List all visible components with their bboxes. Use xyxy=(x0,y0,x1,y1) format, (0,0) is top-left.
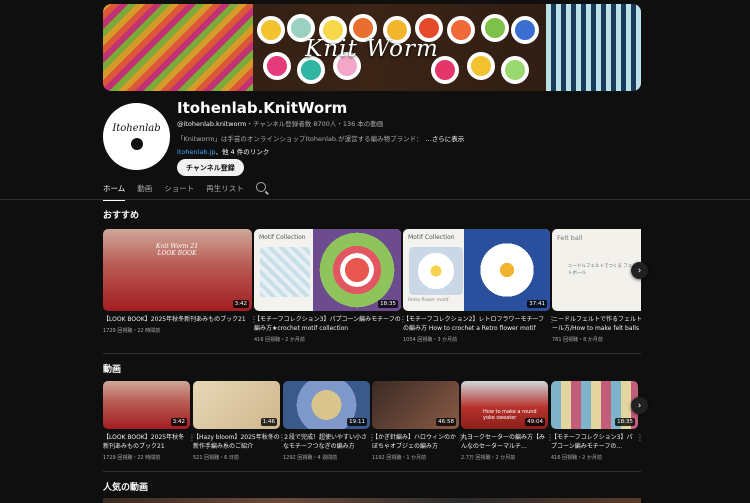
video-thumbnail[interactable]: 46:58 xyxy=(372,381,459,429)
section-divider xyxy=(103,471,641,472)
video-title[interactable]: 【モチーフコレクション3】パプコーン編みモチーフの編み方★crochet mot… xyxy=(254,315,401,333)
thumbnail-subtitle: Retro flower motif xyxy=(408,298,449,303)
video-title[interactable]: 【LOOK BOOK】2025年秋冬新刊あみものブック21 xyxy=(103,433,190,451)
recommended-card[interactable]: Motif Collection 18:35 【モチーフコレクション3】パプコー… xyxy=(254,229,407,343)
video-card[interactable]: 18:35 【モチーフコレクション3】パプコーン編みモチーフの... ⋮ 416 … xyxy=(551,381,644,461)
channel-name: Itohenlab.KnitWorm xyxy=(177,99,348,117)
tabs-divider xyxy=(0,199,750,200)
carousel-next-button[interactable]: › xyxy=(631,397,648,414)
video-card[interactable]: 19:11 ２段で完成！超使いやすい小さなモチーフつなぎの編み方 ⋮ 1292 回… xyxy=(283,381,376,461)
search-icon[interactable] xyxy=(255,182,266,192)
avatar-text: Itohenlab xyxy=(112,123,161,134)
channel-handle: @itohenlab.knitworm xyxy=(177,120,247,128)
video-duration: 19:11 xyxy=(347,418,367,426)
video-meta: 521 回視聴・6 日前 xyxy=(193,455,239,461)
channel-avatar[interactable]: Itohenlab xyxy=(103,103,170,170)
section-divider xyxy=(103,353,641,354)
section-title-recommended: おすすめ xyxy=(103,211,140,221)
video-meta: 781 回視聴・8 か月前 xyxy=(552,337,603,343)
recommended-card[interactable]: Knit Worm 21 LOOK BOOK 3:42 【LOOK BOOK】2… xyxy=(103,229,258,334)
banner-brand-text: Knit Worm xyxy=(305,36,439,62)
video-title[interactable]: 丸ヨークセーターの編み方【みんなのセーターマルチ... xyxy=(461,433,548,451)
video-duration: 49:04 xyxy=(525,418,545,426)
video-title[interactable]: 【かぎ針編み】ハロウィンのかぼちゃオブジェの編み方 xyxy=(372,433,459,451)
video-meta: 1729 回視聴・22 時間前 xyxy=(103,455,161,461)
video-duration: 46:58 xyxy=(436,418,456,426)
recommended-card[interactable]: Motif Collection Retro flower motif 37:4… xyxy=(403,229,556,343)
video-duration: 18:35 xyxy=(615,418,635,426)
thumbnail-overlay-text: Motif Collection xyxy=(408,234,455,241)
video-title[interactable]: 【Hazy bloom】2025年秋冬の新作手編み糸のご紹介 xyxy=(193,433,280,451)
video-meta: 416 回視聴・2 か月前 xyxy=(254,337,305,343)
video-meta: 2.7万 回視聴・2 か月前 xyxy=(461,455,516,461)
video-title[interactable]: 【モチーフコレクション3】パプコーン編みモチーフの... xyxy=(551,433,638,451)
popular-thumbnails-peek xyxy=(103,498,641,503)
video-thumbnail[interactable]: Felt ball ニードルフェルトでつくる フェルトボール xyxy=(552,229,641,311)
thumbnail-subtitle: ニードルフェルトでつくる フェルトボール xyxy=(568,264,637,276)
channel-meta: @itohenlab.knitworm・チャンネル登録者数 8700人・136 … xyxy=(177,118,383,128)
section-title-popular: 人気の動画 xyxy=(103,483,149,493)
video-duration: 37:41 xyxy=(527,300,547,308)
section-title-videos: 動画 xyxy=(103,365,122,375)
video-duration: 3:42 xyxy=(232,300,249,308)
video-meta: 1192 回視聴・1 か月前 xyxy=(372,455,427,461)
video-title[interactable]: 【LOOK BOOK】2025年秋冬新刊あみものブック21 xyxy=(103,315,252,324)
video-card[interactable]: 1:46 【Hazy bloom】2025年秋冬の新作手編み糸のご紹介 ⋮ 521… xyxy=(193,381,286,461)
channel-description[interactable]: 「Knitworm」は手芸のオンラインショップItohenlab.が運営する編み… xyxy=(177,133,464,143)
video-thumbnail[interactable]: Knit Worm 21 LOOK BOOK 3:42 xyxy=(103,229,252,311)
video-title[interactable]: 【モチーフコレクション2】レトロフラワーモチーフの編み方 How to croc… xyxy=(403,315,550,333)
video-duration: 1:46 xyxy=(260,418,277,426)
video-thumbnail[interactable]: 3:42 xyxy=(103,381,190,429)
video-title[interactable]: ニードルフェルトで作るフェルトボール方/How to make felt bal… xyxy=(552,315,641,333)
more-vert-icon[interactable]: ⋮ xyxy=(636,433,644,442)
subscribe-button[interactable]: チャンネル登録 xyxy=(177,159,244,176)
thumbnail-overlay-text: Knit Worm 21 LOOK BOOK xyxy=(155,243,199,257)
video-meta: 416 回視聴・2 か月前 xyxy=(551,455,602,461)
video-duration: 3:42 xyxy=(170,418,187,426)
video-duration: 18:35 xyxy=(378,300,398,308)
video-meta: 1054 回視聴・3 か月前 xyxy=(403,337,458,343)
channel-description-text: 「Knitworm」は手芸のオンラインショップItohenlab.が運営する編み… xyxy=(177,135,423,143)
video-thumbnail[interactable]: 1:46 xyxy=(193,381,280,429)
video-thumbnail[interactable]: 19:11 xyxy=(283,381,370,429)
video-card[interactable]: 46:58 【かぎ針編み】ハロウィンのかぼちゃオブジェの編み方 ⋮ 1192 回視… xyxy=(372,381,465,461)
video-card[interactable]: 3:42 【LOOK BOOK】2025年秋冬新刊あみものブック21 ⋮ 1729… xyxy=(103,381,196,461)
channel-links: itohenlab.jp、他 4 件のリンク xyxy=(177,146,269,156)
avatar-mark-icon xyxy=(130,138,143,150)
show-more-link[interactable]: ...さらに表示 xyxy=(426,135,465,143)
video-thumbnail[interactable]: 18:35 xyxy=(551,381,638,429)
video-meta: 1729 回視聴・22 時間前 xyxy=(103,328,161,334)
video-thumbnail[interactable]: Motif Collection Retro flower motif 37:4… xyxy=(403,229,550,311)
video-thumbnail[interactable]: How to make a round yoke sweater 49:04 xyxy=(461,381,548,429)
channel-stats: ・チャンネル登録者数 8700人・136 本の動画 xyxy=(246,120,384,128)
carousel-next-button[interactable]: › xyxy=(631,262,648,279)
video-meta: 1292 回視聴・4 週間前 xyxy=(283,455,338,461)
video-thumbnail[interactable]: Motif Collection 18:35 xyxy=(254,229,401,311)
recommended-card[interactable]: Felt ball ニードルフェルトでつくる フェルトボール ニードルフェルトで… xyxy=(552,229,641,343)
channel-banner: Knit Worm xyxy=(103,4,641,91)
video-card[interactable]: How to make a round yoke sweater 49:04 丸… xyxy=(461,381,554,461)
more-links[interactable]: 、他 4 件のリンク xyxy=(215,148,269,156)
channel-link[interactable]: itohenlab.jp xyxy=(177,148,215,156)
video-title[interactable]: ２段で完成！超使いやすい小さなモチーフつなぎの編み方 xyxy=(283,433,370,451)
thumbnail-overlay-text: Felt ball xyxy=(557,234,583,242)
thumbnail-overlay-text: Motif Collection xyxy=(259,234,306,241)
